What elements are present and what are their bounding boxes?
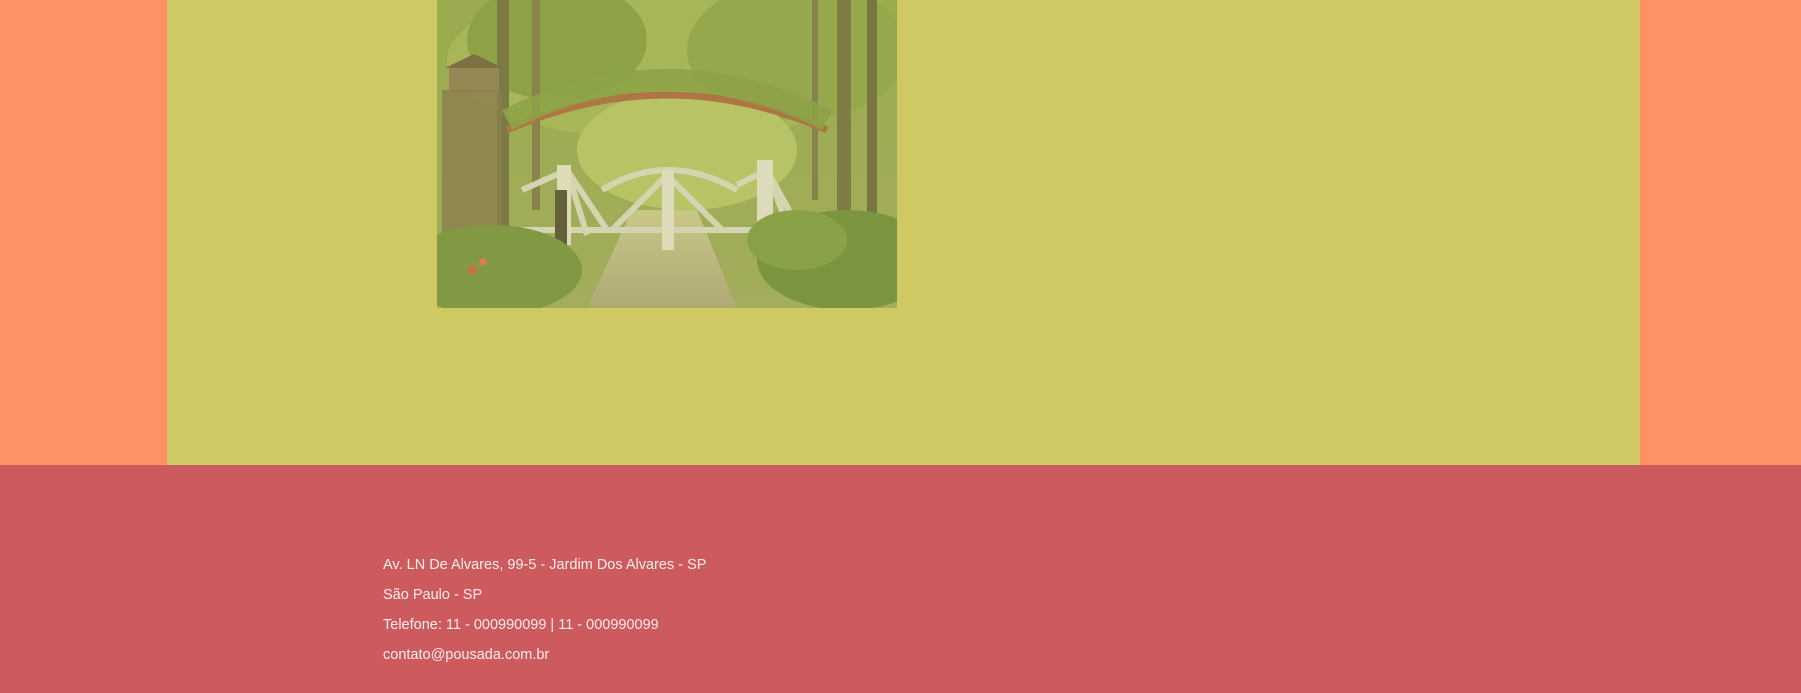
site-footer: Av. LN De Alvares, 99-5 - Jardim Dos Alv… xyxy=(0,465,1801,693)
contact-info: Av. LN De Alvares, 99-5 - Jardim Dos Alv… xyxy=(383,550,706,670)
gate-photo xyxy=(437,0,897,308)
phone-text: Telefone: 11 - 000990099 | 11 - 00099009… xyxy=(383,617,659,633)
city-text: São Paulo - SP xyxy=(383,587,483,603)
email-link[interactable]: contato@pousada.com.br xyxy=(383,640,706,670)
content-panel xyxy=(167,0,1640,465)
gate-photo-image xyxy=(437,0,897,308)
address-text: Av. LN De Alvares, 99-5 - Jardim Dos Alv… xyxy=(383,557,707,573)
